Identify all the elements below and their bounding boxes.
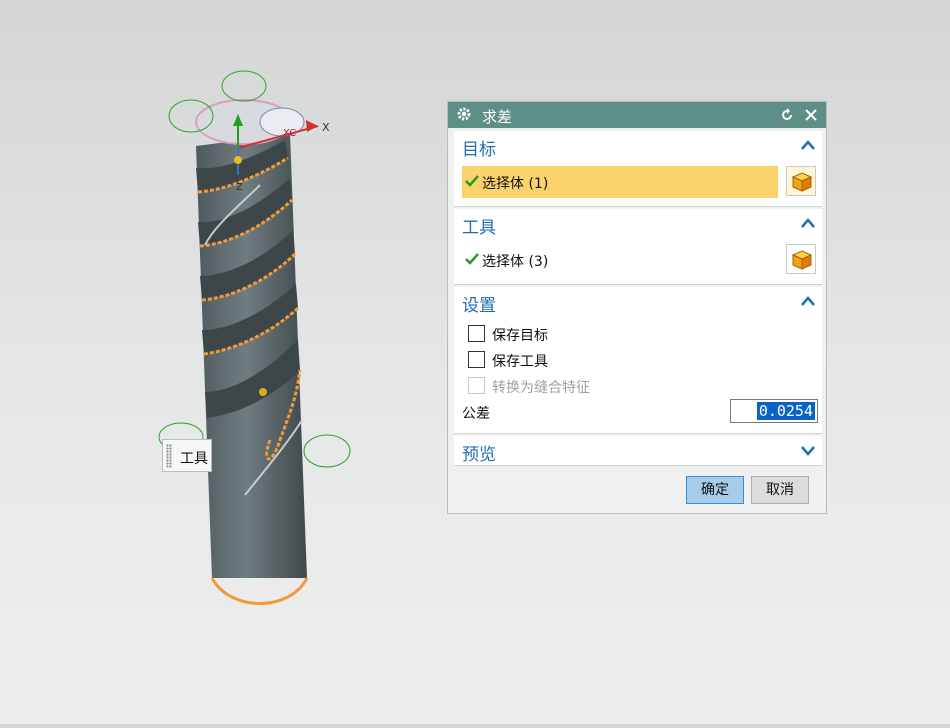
- tool-group-header[interactable]: 工具: [462, 213, 496, 238]
- grip-icon[interactable]: [166, 444, 172, 468]
- axis-z-label: Z: [236, 182, 243, 193]
- ok-button[interactable]: 确定: [686, 476, 744, 504]
- convert-stitch-option: 转换为缝合特征: [462, 375, 762, 397]
- reset-icon[interactable]: [780, 108, 794, 122]
- chevron-up-icon[interactable]: [800, 217, 816, 229]
- settings-group: 设置 保存目标 保存工具 转换为缝合特征 公差 0.0254: [454, 287, 822, 434]
- axis-x-label: X: [322, 121, 330, 134]
- keep-tool-option[interactable]: 保存工具: [462, 349, 762, 371]
- target-group-header[interactable]: 目标: [462, 135, 496, 160]
- subtract-dialog: 求差 目标 选择体 (1) 工具 选择体 (3) 设置 保存目标 保存工具 转换…: [447, 101, 827, 514]
- tool-select-body-label: 选择体 (3): [482, 254, 549, 270]
- keep-tool-checkbox[interactable]: [468, 351, 485, 368]
- keep-target-label: 保存目标: [492, 328, 548, 344]
- settings-group-header[interactable]: 设置: [462, 291, 496, 316]
- chevron-down-icon[interactable]: [800, 444, 816, 456]
- axis-xc-label: XC: [283, 128, 296, 139]
- tolerance-label: 公差: [462, 406, 490, 422]
- target-group: 目标 选择体 (1): [454, 131, 822, 207]
- keep-target-checkbox[interactable]: [468, 325, 485, 342]
- tool-select-body-row[interactable]: 选择体 (3): [462, 244, 816, 276]
- target-select-body-button[interactable]: [786, 166, 816, 196]
- keep-tool-label: 保存工具: [492, 354, 548, 370]
- close-icon[interactable]: [804, 108, 818, 122]
- gear-icon[interactable]: [456, 106, 472, 122]
- end-mill-body[interactable]: [195, 99, 309, 605]
- dialog-title-bar[interactable]: 求差: [448, 102, 826, 128]
- preview-group: 预览: [454, 436, 822, 466]
- tool-group: 工具 选择体 (3): [454, 209, 822, 285]
- cube-icon: [791, 250, 813, 270]
- chevron-up-icon[interactable]: [800, 139, 816, 151]
- convert-stitch-checkbox: [468, 377, 485, 394]
- cancel-button[interactable]: 取消: [751, 476, 809, 504]
- target-select-body-label: 选择体 (1): [482, 176, 549, 192]
- tool-label-text: 工具: [180, 451, 208, 467]
- tolerance-value[interactable]: 0.0254: [756, 402, 815, 420]
- target-select-body-row[interactable]: 选择体 (1): [462, 166, 816, 198]
- tool-select-body-button[interactable]: [786, 244, 816, 274]
- convert-stitch-label: 转换为缝合特征: [492, 380, 590, 396]
- dialog-title: 求差: [482, 108, 513, 126]
- tolerance-input[interactable]: 0.0254: [730, 399, 818, 423]
- check-icon: [465, 253, 479, 265]
- check-icon: [465, 175, 479, 187]
- keep-target-option[interactable]: 保存目标: [462, 323, 762, 345]
- chevron-up-icon[interactable]: [800, 295, 816, 307]
- tool-label-tag[interactable]: 工具: [162, 439, 212, 472]
- preview-group-header[interactable]: 预览: [462, 440, 496, 465]
- cube-icon: [791, 172, 813, 192]
